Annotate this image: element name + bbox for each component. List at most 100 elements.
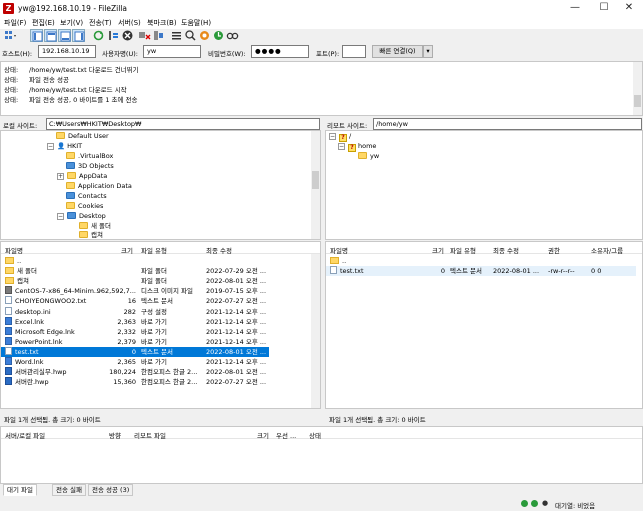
tree-node[interactable]: 캡쳐 <box>79 230 103 239</box>
remote-path-input[interactable]: /home/yw <box>373 118 642 130</box>
column-owner[interactable]: 소유자/그룹 <box>591 245 623 255</box>
column-filename[interactable]: 파일명 <box>330 245 348 255</box>
tree-node[interactable]: 3D Objects <box>66 161 114 171</box>
column-type[interactable]: 파일 유형 <box>450 245 476 255</box>
column-size[interactable]: 크기 <box>432 245 444 255</box>
table-row[interactable]: test.txt 0 텍스트 문서 2022-08-01 오전 ... <box>1 346 269 358</box>
tree-node[interactable]: − 👤 HKIT <box>47 141 82 151</box>
minimize-button[interactable]: — <box>561 0 589 17</box>
menu-view[interactable]: 보기(V) <box>60 18 83 28</box>
quickconnect-dropdown-button[interactable]: ▾ <box>423 45 433 58</box>
sync-browse-icon[interactable] <box>198 29 211 42</box>
tree-node[interactable]: Contacts <box>66 191 107 201</box>
column-filename[interactable]: 파일명 <box>5 245 23 255</box>
speed-limit-icon[interactable] <box>212 29 225 42</box>
table-row[interactable]: .. <box>326 256 636 266</box>
tree-node[interactable]: Default User <box>56 131 109 141</box>
local-path-input[interactable]: C:₩Users₩HKIT₩Desktop₩ <box>46 118 320 130</box>
table-row[interactable]: 서버란.hwp 15,360 한컴오피스 한글 2... 2022-07-27 오전 … <box>1 377 269 387</box>
close-button[interactable]: ✕ <box>615 0 643 17</box>
local-list-scrollbar[interactable] <box>311 254 320 408</box>
site-manager-icon[interactable] <box>4 29 17 42</box>
host-label: 호스트(H): <box>2 50 33 58</box>
find-files-icon[interactable] <box>226 29 239 42</box>
password-input[interactable]: ●●●● <box>251 45 309 58</box>
tree-node[interactable]: Cookies <box>66 201 103 211</box>
cancel-operation-icon[interactable] <box>121 29 134 42</box>
menu-server[interactable]: 서버(S) <box>118 18 141 28</box>
disconnect-icon[interactable] <box>138 29 151 42</box>
table-row[interactable]: 서버관리실무.hwp 180,224 한컴오피스 한글 2... 2022-08-01… <box>1 367 269 377</box>
filter-icon[interactable] <box>170 29 183 42</box>
table-row[interactable]: Microsoft Edge.lnk 2,332 바로 가기 2021-12-14 오… <box>1 326 269 337</box>
file-name-cell: .. <box>330 256 420 266</box>
menu-edit[interactable]: 편집(E) <box>32 18 55 28</box>
tree-node[interactable]: .VirtualBox <box>66 151 113 161</box>
file-type-cell: 파일 폴더 <box>141 277 167 286</box>
column-type[interactable]: 파일 유형 <box>141 245 167 255</box>
column-direction[interactable]: 방향 <box>109 430 121 440</box>
table-row[interactable]: Word.lnk 2,365 바로 가기 2021-12-14 오후 ... <box>1 357 269 367</box>
column-size[interactable]: 크기 <box>121 245 133 255</box>
tree-node[interactable]: Application Data <box>66 181 132 191</box>
username-input[interactable]: yw <box>143 45 201 58</box>
column-status[interactable]: 상태 <box>309 430 321 440</box>
collapse-icon[interactable]: − <box>47 143 54 150</box>
collapse-icon[interactable]: − <box>57 213 64 220</box>
menu-file[interactable]: 파일(F) <box>4 18 26 28</box>
tree-node[interactable]: −? / <box>329 131 351 142</box>
log-scrollbar[interactable] <box>633 62 642 115</box>
column-modified[interactable]: 최종 수정 <box>493 245 519 255</box>
toggle-log-icon[interactable] <box>30 29 43 42</box>
column-permissions[interactable]: 권한 <box>548 245 560 255</box>
tab-failed-transfers[interactable]: 전송 실패 <box>52 484 86 496</box>
log-scrollbar-thumb[interactable] <box>634 95 641 107</box>
column-remote-file[interactable]: 리모트 파일 <box>134 430 166 440</box>
column-modified[interactable]: 최종 수정 <box>206 245 232 255</box>
table-row[interactable]: 캡쳐 파일 폴더 2022-08-01 오전 ... <box>1 276 269 286</box>
quickconnect-button[interactable]: 빠른 연결(Q) <box>372 45 423 58</box>
process-queue-icon[interactable] <box>107 29 120 42</box>
toggle-remote-tree-icon[interactable] <box>58 29 71 42</box>
file-type-cell: 바로 가기 <box>141 317 167 326</box>
tree-node[interactable]: yw <box>358 151 379 161</box>
table-row[interactable]: 새 폴더 파일 폴더 2022-07-29 오전 ... <box>1 266 269 276</box>
host-input[interactable]: 192.168.10.19 <box>38 45 96 58</box>
collapse-icon[interactable]: − <box>329 133 336 140</box>
table-row[interactable]: CentOS-7-x86_64-Minim... 962,592,7... 디스크 … <box>1 286 269 296</box>
local-tree-scrollbar-thumb[interactable] <box>312 171 319 189</box>
tree-node[interactable]: − Desktop <box>57 211 106 221</box>
file-name-cell: 새 폴더 <box>5 266 123 276</box>
collapse-icon[interactable]: − <box>338 143 345 150</box>
menu-bookmarks[interactable]: 북마크(B) <box>147 18 177 28</box>
toggle-local-tree-icon[interactable] <box>44 29 57 42</box>
menu-transfer[interactable]: 전송(T) <box>89 18 112 28</box>
expand-icon[interactable]: + <box>57 173 64 180</box>
table-row[interactable]: Excel.lnk 2,363 바로 가기 2021-12-14 오후 ... <box>1 316 269 327</box>
tab-successful-transfers[interactable]: 전송 성공 (3) <box>88 484 134 496</box>
tree-node[interactable]: −? home <box>338 141 376 152</box>
file-icon <box>330 266 337 275</box>
tab-queued-files[interactable]: 대기 파일 <box>3 484 37 496</box>
table-row[interactable]: CHOIYEONGWOO2.txt 16 텍스트 문서 2022-07-27 오전 .… <box>1 296 269 306</box>
column-server-local-file[interactable]: 서버/로컬 파일 <box>5 430 45 440</box>
tree-node[interactable]: + AppData <box>57 171 107 181</box>
folder-icon <box>56 132 65 139</box>
table-row[interactable]: .. <box>1 256 269 266</box>
table-row[interactable]: test.txt 0 텍스트 문서 2022-08-01 ... -rw-r--r-- 0… <box>326 266 636 277</box>
maximize-button[interactable]: ☐ <box>590 0 618 17</box>
column-size[interactable]: 크기 <box>257 430 269 440</box>
column-priority[interactable]: 우선 ... <box>276 430 296 440</box>
toggle-queue-icon[interactable] <box>72 29 85 42</box>
username-label: 사용자명(U): <box>102 50 138 58</box>
refresh-icon[interactable] <box>92 29 105 42</box>
menu-help[interactable]: 도움말(H) <box>181 18 211 28</box>
port-input[interactable] <box>342 45 366 58</box>
file-modified-cell: 2022-07-27 오전 ... <box>206 297 267 306</box>
transfer-queue: 서버/로컬 파일 방향 리모트 파일 크기 우선 ... 상태 <box>0 426 643 484</box>
table-row[interactable]: desktop.ini 282 구성 설정 2021-12-14 오후 ... <box>1 306 269 317</box>
table-row[interactable]: PowerPoint.lnk 2,379 바로 가기 2021-12-14 오후 ..… <box>1 336 269 347</box>
compare-icon[interactable] <box>184 29 197 42</box>
local-tree-scrollbar[interactable] <box>311 131 320 239</box>
reconnect-icon[interactable] <box>152 29 165 42</box>
